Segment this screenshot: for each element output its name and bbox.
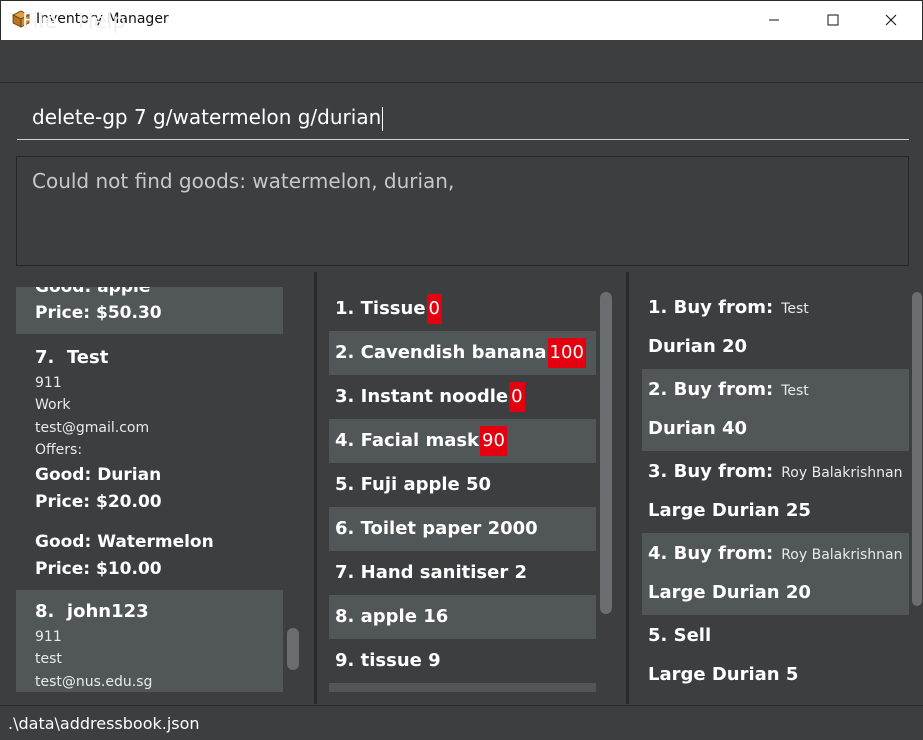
result-text: Could not find goods: watermelon, durian… <box>32 169 455 193</box>
transaction-action: 5. Sell <box>648 625 711 646</box>
offer-good: Good: apple <box>35 287 151 297</box>
command-text: delete-gp 7 g/watermelon g/durian <box>32 105 382 129</box>
offer-price: Price: $10.00 <box>35 559 162 579</box>
panel-divider <box>626 272 629 704</box>
person-card[interactable]: Good: apple Price: $50.30 <box>16 287 283 334</box>
transaction-action: 1. Buy from: Test <box>648 297 809 318</box>
maximize-button[interactable] <box>804 0 862 40</box>
offers-label: Offers: <box>35 442 83 458</box>
offer-price: Price: $50.30 <box>35 303 162 323</box>
maximize-icon <box>827 14 839 26</box>
transaction-party: Roy Balakrishnan <box>781 465 903 481</box>
item-label: 9. tissue <box>335 650 422 671</box>
result-display[interactable]: Could not find goods: watermelon, durian… <box>16 156 909 266</box>
person-phone: 911 <box>35 629 62 645</box>
quantity-value: 2000 <box>487 518 538 539</box>
item-label: 2. Cavendish banana <box>335 342 547 363</box>
transaction-type: 4. Buy from: <box>648 543 774 564</box>
transaction-action: 3. Buy from: Roy Balakrishnan <box>648 461 903 482</box>
offer-price: Price: $20.00 <box>35 492 162 512</box>
person-name: 8. john123 <box>35 601 149 622</box>
inventory-item[interactable]: 8. apple 16 <box>329 595 596 639</box>
panel-divider <box>314 272 317 704</box>
inventory-list-scrollbar[interactable] <box>600 292 612 614</box>
transaction-party: Test <box>781 383 809 399</box>
person-address: Work <box>35 397 71 413</box>
person-phone: 911 <box>35 375 62 391</box>
person-name-text: john123 <box>66 601 149 622</box>
transaction-card[interactable]: 5. Sell Large Durian 5 <box>642 615 909 692</box>
person-card[interactable]: 8. john123 911 test test@nus.edu.sg <box>16 590 283 692</box>
transaction-detail: Large Durian 20 <box>648 582 811 603</box>
person-email: test@gmail.com <box>35 420 150 436</box>
person-email: test@nus.edu.sg <box>35 674 153 690</box>
menu-bar <box>0 40 923 83</box>
transaction-party: Test <box>781 301 809 317</box>
quantity-value: 50 <box>466 474 492 495</box>
save-location: .\data\addressbook.json <box>8 714 200 733</box>
minimize-icon <box>769 19 779 21</box>
item-label: 6. Toilet paper <box>335 518 482 539</box>
person-card[interactable]: 7. Test 911 Work test@gmail.com Offers: … <box>16 334 283 590</box>
inventory-item[interactable]: 9. tissue 9 <box>329 639 596 683</box>
quantity-value: 16 <box>423 606 449 627</box>
transaction-type: 2. Buy from: <box>648 379 774 400</box>
transaction-card[interactable]: 2. Buy from: Test Durian 40 <box>642 369 909 451</box>
transaction-action: 4. Buy from: Roy Balakrishnan <box>648 543 903 564</box>
menu-file[interactable]: File <box>22 9 57 33</box>
item-label: 3. Instant noodle <box>335 386 509 407</box>
person-index: 7. <box>35 347 55 368</box>
inventory-item[interactable]: 3. Instant noodle 0 <box>329 375 596 419</box>
transaction-card[interactable]: 1. Buy from: Test Durian 20 <box>642 287 909 369</box>
item-label: 5. Fuji apple <box>335 474 460 495</box>
transaction-type: 1. Buy from: <box>648 297 774 318</box>
item-label: 7. Hand sanitiser <box>335 562 509 583</box>
transaction-party: Roy Balakrishnan <box>781 547 903 563</box>
transaction-type: 3. Buy from: <box>648 461 774 482</box>
quantity-badge: 0 <box>509 382 525 412</box>
quantity-value: 2 <box>514 562 528 583</box>
person-list[interactable]: Good: apple Price: $50.30 7. Test 911 Wo… <box>16 287 283 692</box>
item-label: 1. Tissue <box>335 298 426 319</box>
offer-good: Good: Durian <box>35 465 162 485</box>
inventory-item[interactable]: 5. Fuji apple 50 <box>329 463 596 507</box>
person-index: 8. <box>35 601 55 622</box>
person-address: test <box>35 651 62 667</box>
transaction-list-scrollbar[interactable] <box>912 292 922 606</box>
transaction-action: 2. Buy from: Test <box>648 379 809 400</box>
quantity-badge: 90 <box>480 426 507 456</box>
close-button[interactable] <box>862 0 920 40</box>
transaction-type: 5. Sell <box>648 625 712 646</box>
close-icon <box>885 14 897 26</box>
item-label: 8. apple <box>335 606 417 627</box>
item-label: 4. Facial mask <box>335 430 480 451</box>
offer-good: Good: Watermelon <box>35 532 214 552</box>
transaction-detail: Durian 20 <box>648 336 748 357</box>
transaction-card[interactable]: 3. Buy from: Roy Balakrishnan Large Durian… <box>642 451 909 533</box>
inventory-list[interactable]: 1. Tissue 0 2. Cavendish banana 100 3. Insta… <box>329 287 596 692</box>
inventory-item[interactable]: 6. Toilet paper 2000 <box>329 507 596 551</box>
inventory-item[interactable]: 4. Facial mask 90 <box>329 419 596 463</box>
inventory-item[interactable]: 7. Hand sanitiser 2 <box>329 551 596 595</box>
command-input[interactable]: delete-gp 7 g/watermelon g/durian <box>17 100 909 140</box>
quantity-value: 9 <box>428 650 441 671</box>
quantity-badge: 0 <box>426 294 442 324</box>
transaction-detail: Durian 40 <box>648 418 748 439</box>
transaction-detail: Large Durian 5 <box>648 664 799 685</box>
quantity-badge: 100 <box>547 338 586 368</box>
person-name-text: Test <box>66 347 109 368</box>
transaction-list[interactable]: 1. Buy from: Test Durian 20 2. Buy from: Tes… <box>642 287 909 692</box>
minimize-button[interactable] <box>745 0 803 40</box>
menu-help[interactable]: Help <box>78 9 126 33</box>
inventory-item[interactable]: 2. Cavendish banana 100 <box>329 331 596 375</box>
text-caret <box>382 106 384 131</box>
inventory-item[interactable] <box>329 683 596 692</box>
status-bar: .\data\addressbook.json <box>0 705 923 740</box>
person-name: 7. Test <box>35 347 108 368</box>
transaction-card[interactable]: 4. Buy from: Roy Balakrishnan Large Durian… <box>642 533 909 615</box>
inventory-item[interactable]: 1. Tissue 0 <box>329 287 596 331</box>
transaction-detail: Large Durian 25 <box>648 500 811 521</box>
person-list-scrollbar[interactable] <box>287 628 299 670</box>
